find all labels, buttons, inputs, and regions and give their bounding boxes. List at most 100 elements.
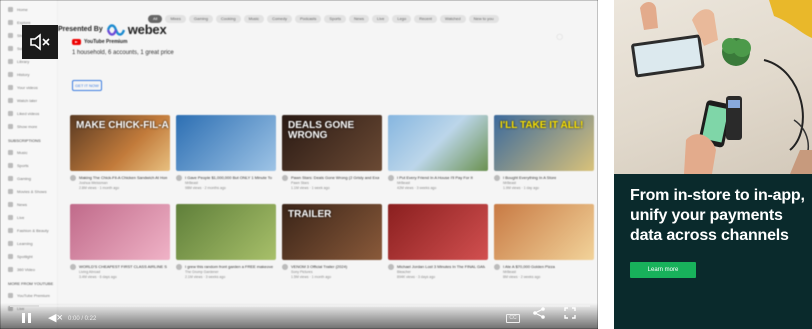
sidebar-item-label: History [17,72,30,77]
sidebar-item[interactable]: Learning [8,240,57,247]
video-title[interactable]: Pawn Stars: Deals Gone Wrong (2 Grisly a… [291,175,379,180]
channel-avatar[interactable] [282,264,288,270]
video-row: WORLD'S CHEAPEST FIRST CLASS AIRLINE SEA… [70,204,594,279]
volume-muted-icon[interactable]: ◀× [48,311,63,324]
channel-name[interactable]: The Grump Gardener [185,270,273,274]
sidebar-item-label: Liked videos [17,111,40,116]
channel-avatar[interactable] [494,264,500,270]
channel-name[interactable]: Joshua Weissman [79,181,167,185]
video-player[interactable]: HomeExploreShortsSubscriptionsLibraryHis… [0,0,598,329]
video-title[interactable]: VENOM 3 Official Trailer (2024) [291,264,347,269]
fullscreen-button[interactable] [564,306,576,324]
filter-chip[interactable]: Cooking [215,15,241,23]
sidebar-item[interactable]: Your videos [8,84,57,91]
sidebar-item[interactable]: Music [8,149,57,156]
video-title[interactable]: I grew this random front garden a FREE m… [185,264,273,269]
sidebar-item[interactable]: Sports [8,162,57,169]
video-thumbnail[interactable] [70,204,170,260]
sidebar-item[interactable]: YouTube Premium [8,292,57,299]
learn-more-button[interactable]: Learn more [630,262,696,278]
channel-name[interactable]: Bleacher [397,270,485,274]
sidebar-item[interactable]: Home [8,6,57,13]
channel-name[interactable]: MrBeast [503,181,556,185]
video-card[interactable]: DEALS GONE WRONG Pawn Stars: Deals Gone W… [282,115,382,190]
video-title[interactable]: I Gave People $1,000,000 But ONLY 1 Minu… [185,175,273,180]
filter-chip[interactable]: Watched [439,15,466,23]
get-it-now-button[interactable]: GET IT NOW [72,80,102,91]
video-card[interactable]: I Gave People $1,000,000 But ONLY 1 Minu… [176,115,276,190]
video-card[interactable]: I grew this random front garden a FREE m… [176,204,276,279]
filter-chip[interactable]: Live [372,15,390,23]
filter-chip[interactable]: Lego [392,15,412,23]
progress-bar[interactable] [10,305,590,307]
filter-chip[interactable]: Podcasts [294,15,322,23]
sidebar-item[interactable]: Live [8,214,57,221]
video-title[interactable]: I Ate A $70,000 Golden Pizza [503,264,555,269]
video-thumbnail[interactable]: I'LL TAKE IT ALL! [494,115,594,171]
channel-name[interactable]: MrBeast [397,181,473,185]
channel-avatar[interactable] [388,264,394,270]
channel-avatar[interactable] [176,175,182,181]
filter-chip[interactable]: Gaming [188,15,213,23]
sidebar-item[interactable]: News [8,201,57,208]
channel-name[interactable]: Pawn Stars [291,181,379,185]
unmute-button[interactable] [22,25,58,59]
sidebar-item[interactable]: History [8,71,57,78]
filter-chip[interactable]: Comedy [267,15,292,23]
filter-chip[interactable]: Recent [414,15,437,23]
share-button[interactable] [532,306,546,324]
filter-chip[interactable]: News [348,15,369,23]
pause-button[interactable] [22,313,31,323]
video-card[interactable]: MAKE CHICK-FIL-A Making The Chick-Fil-A C… [70,115,170,190]
ad-panel[interactable]: From in-store to in-app, unify your paym… [614,0,812,329]
sidebar-item[interactable]: Spotlight [8,253,57,260]
video-card[interactable]: I Put Every Friend In A House I'll Pay F… [388,115,488,190]
captions-button[interactable]: CC [506,314,520,323]
filter-chip[interactable]: Music [243,15,265,23]
video-meta: I Put Every Friend In A House I'll Pay F… [388,175,488,190]
video-title[interactable]: Michael Jordan Lost 3 Minutes In The FIN… [397,264,485,269]
video-card[interactable]: WORLD'S CHEAPEST FIRST CLASS AIRLINE SEA… [70,204,170,279]
sidebar-item[interactable]: 360 Video [8,266,57,273]
sidebar-item[interactable]: Show more [8,123,57,130]
sidebar-item[interactable]: Fashion & Beauty [8,227,57,234]
video-title[interactable]: I Bought Everything In A Store [503,175,556,180]
channel-avatar[interactable] [70,175,76,181]
sidebar-item-icon [8,254,13,259]
video-meta: Pawn Stars: Deals Gone Wrong (2 Grisly a… [282,175,382,190]
filter-chip[interactable]: New to you [468,15,499,23]
video-card[interactable]: TRAILER VENOM 3 Official Trailer (2024) So… [282,204,382,279]
sidebar-item[interactable]: Gaming [8,175,57,182]
video-thumbnail[interactable] [494,204,594,260]
channel-name[interactable]: MrBeast [185,181,273,185]
sidebar-item[interactable]: Movies & Shows [8,188,57,195]
sidebar-item[interactable]: Liked videos [8,110,57,117]
sidebar-item[interactable]: Library [8,58,57,65]
filter-chip[interactable]: Mixes [165,15,186,23]
channel-name[interactable]: Sony Pictures [291,270,347,274]
sidebar-item-label: Movies & Shows [17,189,47,194]
filter-chip[interactable]: Sports [324,15,346,23]
video-thumbnail[interactable] [388,204,488,260]
channel-avatar[interactable] [70,264,76,270]
video-title[interactable]: WORLD'S CHEAPEST FIRST CLASS AIRLINE SEA… [79,264,167,269]
channel-avatar[interactable] [176,264,182,270]
video-title[interactable]: I Put Every Friend In A House I'll Pay F… [397,175,473,180]
video-thumbnail[interactable] [388,115,488,171]
sidebar-item-label: Gaming [17,176,32,181]
video-card[interactable]: I Ate A $70,000 Golden Pizza MrBeast 8M vi… [494,204,594,279]
video-thumbnail[interactable]: DEALS GONE WRONG [282,115,382,171]
sidebar-item[interactable]: Watch later [8,97,57,104]
video-thumbnail[interactable]: MAKE CHICK-FIL-A [70,115,170,171]
video-card[interactable]: I'LL TAKE IT ALL! I Bought Everything In … [494,115,594,190]
channel-avatar[interactable] [494,175,500,181]
video-title[interactable]: Making The Chick-Fil-A Chicken Sandwich … [79,175,167,180]
channel-avatar[interactable] [282,175,288,181]
video-thumbnail[interactable] [176,204,276,260]
video-card[interactable]: Michael Jordan Lost 3 Minutes In The FIN… [388,204,488,279]
channel-name[interactable]: MrBeast [503,270,555,274]
channel-avatar[interactable] [388,175,394,181]
channel-name[interactable]: Living Abroad [79,270,167,274]
video-thumbnail[interactable]: TRAILER [282,204,382,260]
video-thumbnail[interactable] [176,115,276,171]
